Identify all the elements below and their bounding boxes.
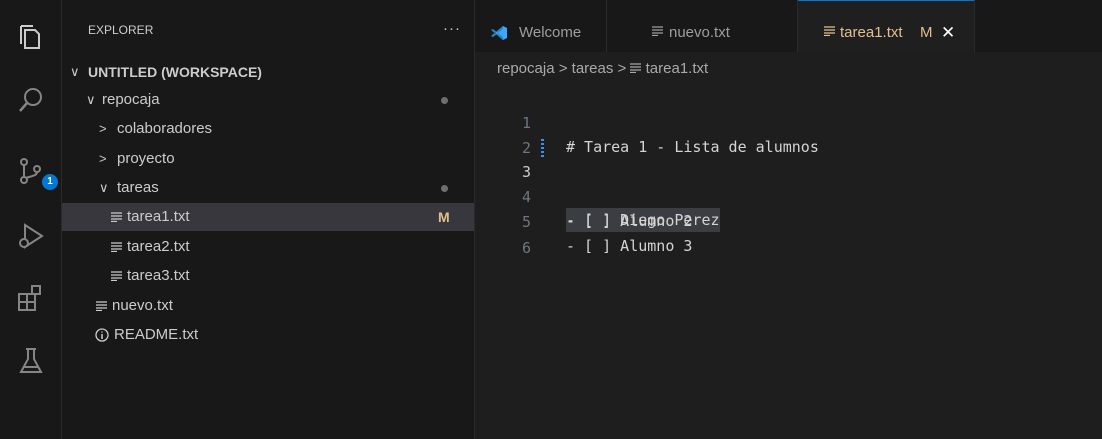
tree-item-label: proyecto	[117, 150, 175, 167]
tab-tarea1[interactable]: tarea1.txt M ✕	[798, 0, 975, 52]
cursor-indicator	[541, 139, 544, 157]
tab-label: nuevo.txt	[669, 24, 730, 41]
text-file-icon	[824, 26, 835, 36]
modified-dot-icon	[441, 185, 448, 192]
tab-label: Welcome	[519, 24, 582, 41]
line-text: - [ ] Alumno 3	[566, 237, 693, 255]
editor-line[interactable]: 1 # Tarea 1 - Lista de alumnos	[475, 87, 1102, 156]
source-control-icon[interactable]: 1	[15, 155, 58, 190]
editor-line[interactable]: 2	[475, 112, 1102, 157]
workspace-label: UNTITLED (WORKSPACE)	[88, 64, 262, 80]
chevron-right-icon: >	[99, 121, 107, 136]
explorer-icon[interactable]	[15, 22, 47, 54]
editor-line[interactable]: 6	[475, 212, 1102, 257]
source-control-badge: 1	[42, 174, 58, 190]
editor-line-current[interactable]: 3 - [ ] Diego Perez	[475, 136, 1102, 232]
activity-bar: 1	[0, 0, 62, 439]
modified-dot-icon	[441, 97, 448, 104]
info-icon	[95, 328, 109, 342]
tree-item-label: README.txt	[114, 326, 199, 343]
close-icon[interactable]: ✕	[941, 1, 955, 65]
tab-welcome[interactable]: Welcome	[475, 0, 607, 52]
search-icon[interactable]	[15, 84, 47, 116]
chevron-down-icon: ∨	[70, 64, 80, 79]
testing-icon[interactable]	[15, 345, 47, 377]
text-file-icon	[652, 26, 663, 36]
tree-item-label: repocaja	[102, 91, 160, 108]
tree-item-readme[interactable]: README.txt	[62, 321, 474, 349]
tree-item-tarea2[interactable]: tarea2.txt	[62, 233, 474, 261]
line-number: 6	[521, 239, 531, 257]
chevron-down-icon: ∨	[99, 180, 109, 195]
chevron-right-icon: >	[99, 151, 107, 166]
text-file-icon	[630, 63, 642, 74]
breadcrumb-item[interactable]: tareas	[572, 60, 614, 77]
workspace-header[interactable]: ∨ UNTITLED (WORKSPACE)	[62, 58, 474, 86]
extensions-icon[interactable]	[15, 282, 47, 314]
tree-item-label: nuevo.txt	[112, 297, 173, 314]
breadcrumb-item[interactable]: repocaja	[497, 60, 555, 77]
tree-item-tarea1[interactable]: tarea1.txt M	[62, 203, 474, 231]
sidebar-title: EXPLORER	[88, 23, 154, 37]
tree-item-label: tarea2.txt	[127, 238, 190, 255]
vscode-logo-icon	[491, 26, 507, 40]
tree-item-label: tarea1.txt	[127, 208, 190, 225]
tree-item-tareas[interactable]: ∨ tareas	[62, 174, 474, 202]
breadcrumb-separator: >	[617, 60, 627, 77]
breadcrumb: repocaja > tareas > tarea1.txt	[497, 60, 708, 77]
tab-nuevo[interactable]: nuevo.txt	[607, 0, 798, 52]
breadcrumb-item[interactable]: tarea1.txt	[646, 60, 709, 77]
breadcrumb-separator: >	[558, 60, 568, 77]
text-file-icon	[96, 301, 107, 311]
text-file-icon	[111, 271, 122, 281]
tree-item-tarea3[interactable]: tarea3.txt	[62, 262, 474, 290]
editor-line[interactable]: 5 - [ ] Alumno 3	[475, 186, 1102, 255]
tree-item-label: tarea3.txt	[127, 267, 190, 284]
text-file-icon	[111, 242, 122, 252]
tab-modified-flag: M	[920, 24, 933, 41]
tree-item-repocaja[interactable]: ∨ repocaja	[62, 86, 474, 114]
tree-item-label: colaboradores	[117, 120, 213, 137]
tree-item-colaboradores[interactable]: > colaboradores	[62, 115, 474, 143]
tree-item-label: tareas	[117, 179, 159, 196]
tree-item-nuevo[interactable]: nuevo.txt	[62, 292, 474, 320]
more-actions-button[interactable]: ···	[443, 20, 461, 37]
run-debug-icon[interactable]	[15, 220, 47, 252]
text-file-icon	[111, 212, 122, 222]
chevron-down-icon: ∨	[86, 92, 96, 107]
tab-label: tarea1.txt	[840, 24, 903, 41]
explorer-sidebar: EXPLORER ··· ∨ UNTITLED (WORKSPACE) ∨ re…	[62, 0, 475, 439]
editor-line[interactable]: 4 - [ ] Alumno 2	[475, 161, 1102, 230]
editor-tab-bar: Welcome nuevo.txt tarea1.txt M ✕	[475, 0, 1102, 52]
modified-flag: M	[438, 209, 450, 225]
tree-item-proyecto[interactable]: > proyecto	[62, 145, 474, 173]
